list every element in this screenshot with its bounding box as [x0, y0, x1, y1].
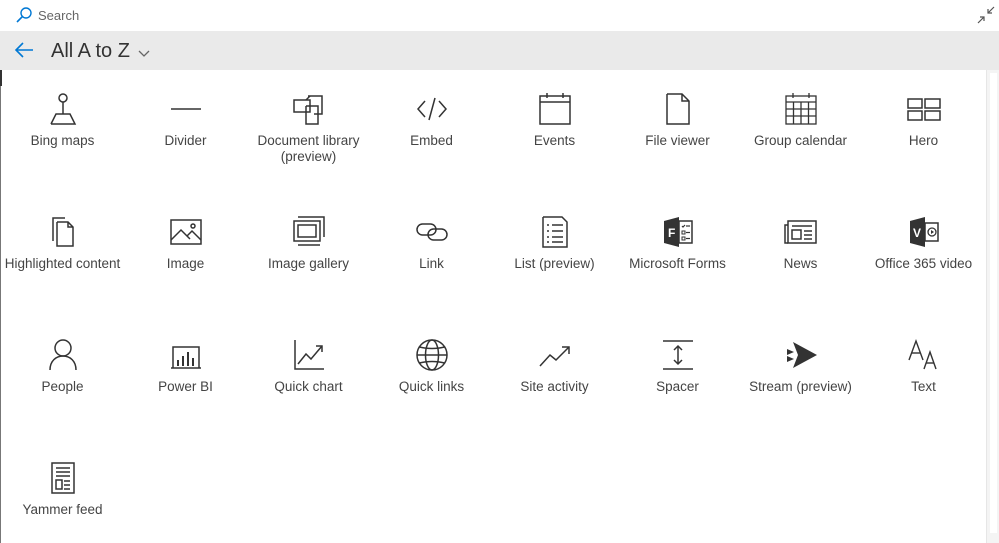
webpart-label: Link — [419, 256, 444, 271]
webpart-tile-text[interactable]: Text — [862, 316, 985, 416]
back-arrow-icon[interactable] — [12, 39, 36, 61]
webpart-label: Quick links — [398, 379, 465, 394]
webpart-label: List (preview) — [514, 256, 595, 271]
webpart-tile-group-calendar[interactable]: Group calendar — [739, 70, 862, 170]
hero-icon — [907, 92, 941, 126]
webpart-tile-people[interactable]: People — [1, 316, 124, 416]
webpart-tile-office-365-video[interactable]: V Office 365 video — [862, 193, 985, 293]
webpart-tile-link[interactable]: Link — [370, 193, 493, 293]
webpart-tile-quick-links[interactable]: Quick links — [370, 316, 493, 416]
webpart-label: People — [41, 379, 84, 394]
quick-chart-icon — [292, 338, 326, 372]
webpart-label: Image gallery — [267, 256, 350, 271]
webpart-tile-quick-chart[interactable]: Quick chart — [247, 316, 370, 416]
webpart-label: Bing maps — [30, 133, 95, 148]
webpart-label: File viewer — [645, 133, 710, 148]
svg-text:V: V — [913, 226, 921, 240]
filter-dropdown[interactable]: All A to Z — [51, 37, 150, 65]
stream-icon — [784, 338, 818, 372]
search-icon — [15, 6, 33, 24]
filter-dropdown-label: All A to Z — [51, 39, 130, 62]
webpart-tile-embed[interactable]: Embed — [370, 70, 493, 170]
webpart-label: Quick chart — [274, 379, 343, 394]
webpart-tile-site-activity[interactable]: Site activity — [493, 316, 616, 416]
quick-links-icon — [415, 338, 449, 372]
webpart-tile-microsoft-forms[interactable]: F Microsoft Forms — [616, 193, 739, 293]
people-icon — [46, 338, 80, 372]
webpart-label: Text — [911, 379, 936, 394]
webpart-label: Group calendar — [753, 133, 848, 148]
webpart-label: Divider — [164, 133, 207, 148]
webpart-tile-events[interactable]: Events — [493, 70, 616, 170]
search-bar — [0, 0, 999, 31]
webpart-label: Image — [166, 256, 205, 271]
image-gallery-icon — [292, 215, 326, 249]
webpart-tile-image[interactable]: Image — [124, 193, 247, 293]
highlighted-content-icon — [46, 215, 80, 249]
yammer-feed-icon — [46, 461, 80, 495]
events-icon — [538, 92, 572, 126]
webpart-tile-image-gallery[interactable]: Image gallery — [247, 193, 370, 293]
image-icon — [169, 215, 203, 249]
webpart-tile-list[interactable]: List (preview) — [493, 193, 616, 293]
webpart-label: Yammer feed — [22, 502, 103, 517]
webpart-label: Embed — [410, 133, 453, 148]
svg-text:F: F — [668, 226, 675, 240]
group-calendar-icon — [784, 92, 818, 126]
webpart-label: Site activity — [520, 379, 589, 394]
file-viewer-icon — [661, 92, 695, 126]
webpart-label: Document library (preview) — [257, 133, 360, 164]
scrollbar[interactable] — [986, 70, 999, 543]
webpart-tile-hero[interactable]: Hero — [862, 70, 985, 170]
webpart-label: Events — [533, 133, 576, 148]
search-input[interactable] — [38, 5, 338, 25]
webpart-tile-document-library[interactable]: Document library (preview) — [247, 70, 370, 170]
webpart-label: Microsoft Forms — [629, 256, 726, 271]
webpart-label: Hero — [908, 133, 939, 148]
spacer-icon — [661, 338, 695, 372]
chevron-down-icon — [138, 45, 150, 57]
webpart-tile-spacer[interactable]: Spacer — [616, 316, 739, 416]
collapse-icon[interactable] — [976, 5, 996, 25]
webpart-tile-bing-maps[interactable]: Bing maps — [1, 70, 124, 170]
webpart-label: News — [783, 256, 818, 271]
link-icon — [415, 215, 449, 249]
webpart-label: Office 365 video — [874, 256, 973, 271]
webpart-tile-file-viewer[interactable]: File viewer — [616, 70, 739, 170]
webpart-tile-divider[interactable]: Divider — [124, 70, 247, 170]
webpart-label: Power BI — [158, 379, 213, 394]
site-activity-icon — [538, 338, 572, 372]
divider-icon — [169, 92, 203, 126]
webpart-tile-highlighted-content[interactable]: Highlighted content — [1, 193, 124, 293]
webpart-tile-yammer-feed[interactable]: Yammer feed — [1, 439, 124, 539]
webpart-tile-stream[interactable]: Stream (preview) — [739, 316, 862, 416]
webpart-tile-power-bi[interactable]: Power BI — [124, 316, 247, 416]
webpart-label: Stream (preview) — [749, 379, 852, 394]
embed-icon — [415, 92, 449, 126]
header-bar: All A to Z — [0, 31, 999, 70]
office-365-video-icon: V — [907, 215, 941, 249]
list-icon — [538, 215, 572, 249]
webpart-label: Highlighted content — [4, 256, 121, 271]
scrollbar-thumb[interactable] — [990, 73, 997, 533]
news-icon — [784, 215, 818, 249]
webpart-tile-news[interactable]: News — [739, 193, 862, 293]
webpart-label: Spacer — [656, 379, 699, 394]
power-bi-icon — [169, 338, 203, 372]
document-library-icon — [292, 92, 326, 126]
webpart-grid: Bing maps Divider Document library (prev… — [0, 70, 986, 543]
text-icon — [907, 338, 941, 372]
microsoft-forms-icon: F — [661, 215, 695, 249]
bing-maps-icon — [46, 92, 80, 126]
